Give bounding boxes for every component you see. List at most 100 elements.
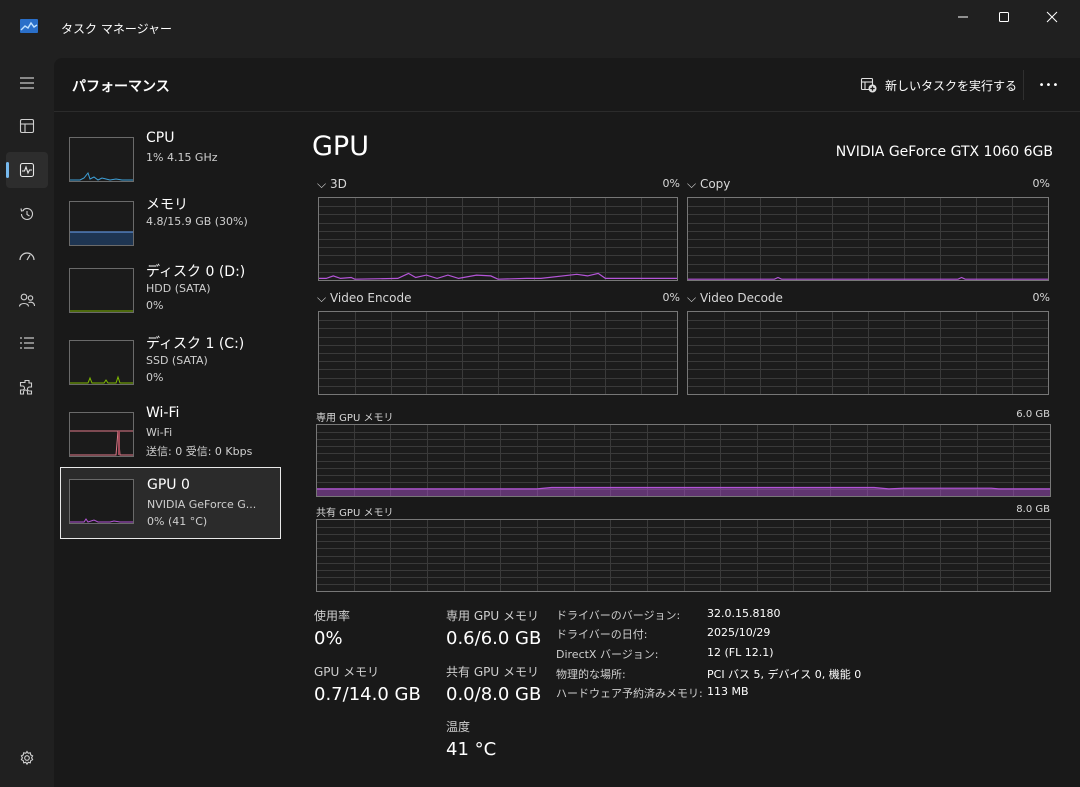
engine-percent: 0%: [1032, 177, 1050, 190]
engine-copy-selector[interactable]: ⌵ Copy: [687, 177, 730, 192]
memory-thumbnail-graph: [69, 201, 134, 246]
device-wifi[interactable]: Wi-Fi Wi-Fi 送信: 0 受信: 0 Kbps: [60, 399, 281, 471]
engine-3d-selector[interactable]: ⌵ 3D: [317, 177, 347, 192]
nav-details[interactable]: [6, 325, 48, 361]
run-new-task-label: 新しいタスクを実行する: [885, 78, 1018, 93]
utilization-label: 使用率: [314, 609, 351, 623]
device-name: ディスク 0 (D:): [146, 264, 246, 280]
gpu-thumbnail-graph: [69, 479, 134, 524]
engine-video-encode-selector[interactable]: ⌵ Video Encode: [317, 291, 412, 306]
nav-users[interactable]: [6, 282, 48, 318]
device-name: Wi-Fi: [146, 405, 180, 421]
engine-video-decode-selector[interactable]: ⌵ Video Decode: [687, 291, 783, 306]
engine-3d-graph: [318, 197, 678, 281]
device-memory[interactable]: メモリ 4.8/15.9 GB (30%): [60, 188, 281, 260]
engine-percent: 0%: [1032, 291, 1050, 304]
chevron-down-icon: ⌵: [317, 291, 327, 305]
page-title: パフォーマンス: [72, 79, 170, 95]
navigation-rail: [0, 58, 54, 787]
chevron-down-icon: ⌵: [687, 291, 697, 305]
hamburger-menu-button[interactable]: [6, 65, 48, 101]
engine-copy-graph: [687, 197, 1049, 281]
detail-title: GPU: [312, 131, 369, 162]
engine-video-decode-graph: [687, 311, 1049, 395]
disk0-thumbnail-graph: [69, 268, 134, 313]
page-header: パフォーマンス 新しいタスクを実行する •••: [54, 58, 1080, 112]
users-icon: [18, 293, 36, 307]
minimize-button[interactable]: [940, 0, 986, 34]
device-detail: 4.8/15.9 GB (30%): [146, 215, 248, 228]
reserved-memory-value: 113 MB: [707, 685, 749, 698]
info-key: ドライバーのバージョン:: [556, 609, 681, 622]
shared-gpu-memory-label: 共有 GPU メモリ: [446, 665, 539, 679]
device-detail: NVIDIA GeForce G...: [147, 498, 257, 511]
engine-video-encode-graph: [318, 311, 678, 395]
app-history-icon: [20, 207, 34, 220]
device-usage: 0%: [146, 371, 164, 384]
close-icon: [1046, 11, 1058, 23]
dedicated-gpu-memory-value: 0.6/6.0 GB: [446, 628, 542, 649]
dedicated-memory-label: 専用 GPU メモリ: [316, 413, 394, 424]
device-throughput: 送信: 0 受信: 0 Kbps: [146, 445, 253, 458]
device-name: ディスク 1 (C:): [146, 336, 245, 352]
close-button[interactable]: [1029, 0, 1075, 34]
task-manager-app-icon: [20, 19, 38, 33]
nav-app-history[interactable]: [6, 196, 48, 232]
device-name: メモリ: [146, 197, 188, 213]
active-indicator: [6, 162, 9, 178]
nav-startup-apps[interactable]: [6, 239, 48, 275]
engine-label: Video Decode: [699, 291, 783, 305]
device-name: GPU 0: [147, 477, 190, 493]
minimize-icon: [958, 16, 968, 18]
dedicated-memory-max: 6.0 GB: [1016, 409, 1050, 420]
chevron-down-icon: ⌵: [687, 177, 697, 191]
nav-settings[interactable]: [6, 740, 48, 776]
utilization-value: 0%: [314, 628, 343, 649]
settings-icon: [20, 750, 34, 766]
run-new-task-icon: [860, 77, 877, 93]
gpu-memory-label: GPU メモリ: [314, 665, 380, 679]
run-new-task-button[interactable]: 新しいタスクを実行する: [860, 72, 1017, 98]
directx-version-value: 12 (FL 12.1): [707, 646, 774, 659]
shared-memory-graph: [316, 519, 1051, 592]
engine-percent: 0%: [662, 291, 680, 304]
cpu-thumbnail-graph: [69, 137, 134, 182]
performance-page: パフォーマンス 新しいタスクを実行する ••• CPU 1% 4.15 GHz …: [54, 58, 1080, 787]
maximize-button[interactable]: [981, 0, 1027, 34]
engine-label: 3D: [329, 177, 347, 191]
device-detail: SSD (SATA): [146, 354, 208, 367]
info-key: ドライバーの日付:: [556, 628, 648, 641]
info-key: 物理的な場所:: [556, 668, 626, 681]
nav-performance[interactable]: [6, 152, 48, 188]
shared-memory-max: 8.0 GB: [1016, 504, 1050, 515]
engine-label: Video Encode: [329, 291, 412, 305]
disk1-thumbnail-graph: [69, 340, 134, 385]
gpu-model-name: NVIDIA GeForce GTX 1060 6GB: [835, 144, 1053, 160]
more-options-button[interactable]: •••: [1034, 74, 1064, 96]
header-divider: [1023, 70, 1024, 100]
engine-label: Copy: [699, 177, 731, 191]
nav-services[interactable]: [6, 369, 48, 405]
nav-processes[interactable]: [6, 108, 48, 144]
more-options-icon: •••: [1038, 79, 1060, 91]
device-name: CPU: [146, 130, 175, 146]
device-detail: Wi-Fi: [146, 426, 173, 439]
device-disk-1[interactable]: ディスク 1 (C:) SSD (SATA) 0%: [60, 327, 281, 399]
device-disk-0[interactable]: ディスク 0 (D:) HDD (SATA) 0%: [60, 255, 281, 327]
device-cpu[interactable]: CPU 1% 4.15 GHz: [60, 124, 281, 196]
engine-percent: 0%: [662, 177, 680, 190]
info-key: DirectX バージョン:: [556, 648, 659, 661]
services-icon: [19, 379, 33, 395]
driver-version-value: 32.0.15.8180: [707, 607, 781, 620]
device-detail: HDD (SATA): [146, 282, 211, 295]
startup-apps-icon: [19, 252, 35, 261]
hamburger-icon: [20, 77, 34, 89]
device-gpu-0[interactable]: GPU 0 NVIDIA GeForce G... 0% (41 °C): [60, 467, 281, 539]
chevron-down-icon: ⌵: [317, 177, 327, 191]
shared-memory-label: 共有 GPU メモリ: [316, 508, 394, 519]
details-icon: [20, 337, 34, 349]
title-bar: タスク マネージャー: [0, 0, 1080, 58]
shared-gpu-memory-value: 0.0/8.0 GB: [446, 684, 542, 705]
wifi-thumbnail-graph: [69, 412, 134, 457]
gpu-memory-value: 0.7/14.0 GB: [314, 684, 421, 705]
